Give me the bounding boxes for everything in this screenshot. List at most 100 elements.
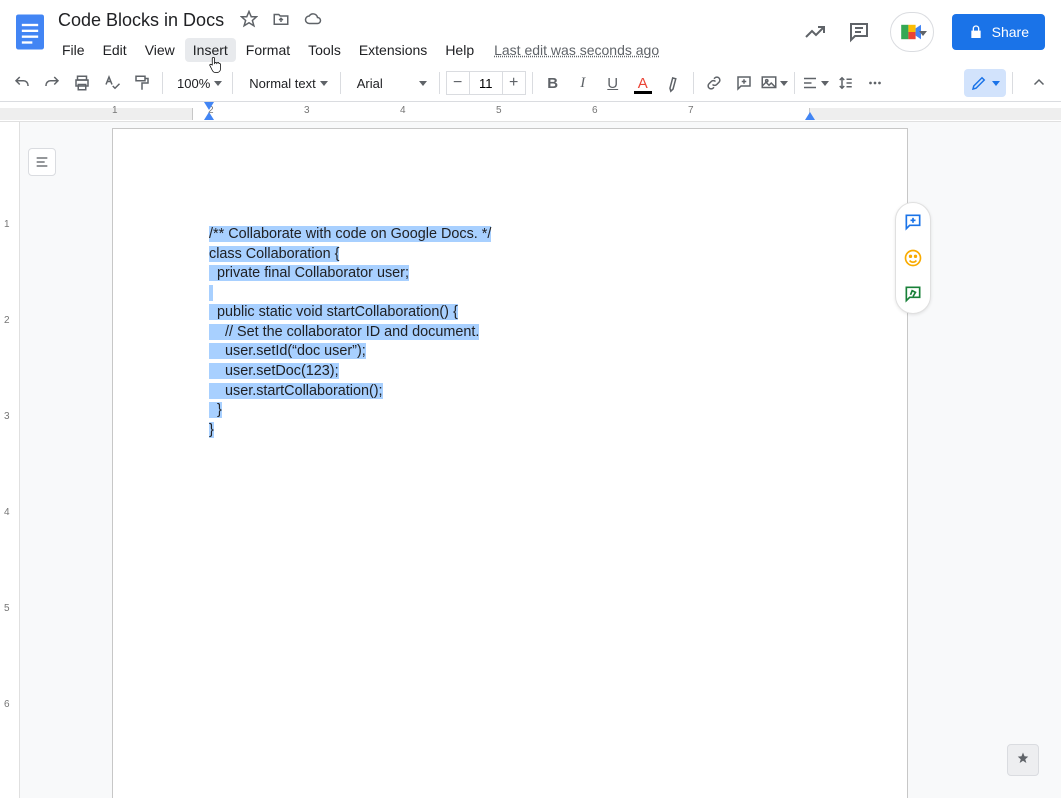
- activity-icon[interactable]: [802, 19, 828, 45]
- share-button[interactable]: Share: [952, 14, 1045, 50]
- comments-icon[interactable]: [846, 19, 872, 45]
- explore-button[interactable]: [1007, 744, 1039, 776]
- chevron-down-icon: [821, 81, 829, 86]
- menu-extensions[interactable]: Extensions: [351, 38, 435, 62]
- paragraph-style-value: Normal text: [245, 76, 319, 91]
- insert-image-button[interactable]: [760, 69, 788, 97]
- chevron-down-icon: [419, 81, 427, 86]
- paragraph-style-select[interactable]: Normal text: [239, 76, 333, 91]
- redo-button[interactable]: [38, 69, 66, 97]
- chevron-down-icon: [992, 81, 1000, 86]
- ruler-mark: 4: [400, 105, 406, 116]
- separator: [340, 72, 341, 94]
- menu-help[interactable]: Help: [437, 38, 482, 62]
- font-size-input[interactable]: [470, 71, 502, 95]
- separator: [162, 72, 163, 94]
- font-family-value: Arial: [353, 76, 387, 91]
- insert-link-button[interactable]: [700, 69, 728, 97]
- code-line[interactable]: user.setId(“doc user”);: [209, 342, 811, 362]
- menu-format[interactable]: Format: [238, 38, 298, 62]
- cloud-status-icon[interactable]: [304, 10, 322, 31]
- selected-code-block[interactable]: /** Collaborate with code on Google Docs…: [209, 225, 811, 440]
- ruler-mark: 5: [496, 105, 502, 116]
- code-line[interactable]: /** Collaborate with code on Google Docs…: [209, 225, 811, 245]
- right-indent-marker[interactable]: [805, 112, 815, 120]
- show-outline-button[interactable]: [28, 148, 56, 176]
- zoom-select[interactable]: 100%: [169, 76, 226, 91]
- bold-button[interactable]: B: [539, 69, 567, 97]
- vruler-mark: 2: [4, 315, 10, 326]
- comment-reaction-rail: [895, 202, 931, 314]
- ruler-mark: 1: [112, 105, 118, 116]
- font-family-select[interactable]: Arial: [347, 76, 433, 91]
- decrease-font-size-button[interactable]: −: [446, 71, 470, 95]
- vruler-mark: 1: [4, 219, 10, 230]
- menu-bar: File Edit View Insert Format Tools Exten…: [54, 36, 802, 64]
- code-line[interactable]: user.setDoc(123);: [209, 362, 811, 382]
- add-comment-icon[interactable]: [902, 211, 924, 233]
- spellcheck-button[interactable]: [98, 69, 126, 97]
- document-title[interactable]: Code Blocks in Docs: [54, 8, 228, 33]
- vertical-ruler[interactable]: 123456: [0, 122, 20, 798]
- paint-format-button[interactable]: [128, 69, 156, 97]
- meet-button[interactable]: [890, 12, 934, 52]
- line-spacing-button[interactable]: [831, 69, 859, 97]
- share-label: Share: [992, 24, 1029, 40]
- first-line-indent-marker[interactable]: [204, 102, 214, 110]
- title-area: Code Blocks in Docs File Edit View Inser…: [54, 0, 802, 64]
- ruler-mark: 3: [304, 105, 310, 116]
- chevron-down-icon: [320, 81, 328, 86]
- hide-menus-button[interactable]: [1025, 69, 1053, 97]
- vruler-mark: 5: [4, 603, 10, 614]
- code-line[interactable]: user.startCollaboration();: [209, 382, 811, 402]
- separator: [532, 72, 533, 94]
- horizontal-ruler[interactable]: 1234567: [0, 102, 1061, 122]
- text-color-button[interactable]: A: [629, 69, 657, 97]
- code-line[interactable]: public static void startCollaboration() …: [209, 303, 811, 323]
- code-line[interactable]: private final Collaborator user;: [209, 264, 811, 284]
- separator: [439, 72, 440, 94]
- menu-tools[interactable]: Tools: [300, 38, 349, 62]
- menu-file[interactable]: File: [54, 38, 93, 62]
- header-actions: Share: [802, 0, 1061, 52]
- more-tools-button[interactable]: [861, 69, 889, 97]
- editing-mode-chip[interactable]: [964, 69, 1006, 97]
- code-line[interactable]: }: [209, 421, 811, 441]
- separator: [794, 72, 795, 94]
- font-size-group: − +: [446, 71, 526, 95]
- insert-comment-button[interactable]: [730, 69, 758, 97]
- code-line[interactable]: [209, 284, 811, 304]
- increase-font-size-button[interactable]: +: [502, 71, 526, 95]
- align-button[interactable]: [801, 69, 829, 97]
- print-button[interactable]: [68, 69, 96, 97]
- chevron-down-icon: [214, 81, 222, 86]
- chevron-down-icon: [780, 81, 788, 86]
- document-page[interactable]: /** Collaborate with code on Google Docs…: [112, 128, 908, 798]
- menu-view[interactable]: View: [137, 38, 183, 62]
- underline-button[interactable]: U: [599, 69, 627, 97]
- code-line[interactable]: }: [209, 401, 811, 421]
- star-icon[interactable]: [240, 10, 258, 31]
- vruler-mark: 6: [4, 699, 10, 710]
- undo-button[interactable]: [8, 69, 36, 97]
- vruler-mark: 4: [4, 507, 10, 518]
- move-icon[interactable]: [272, 10, 290, 31]
- workspace: 123456 /** Collaborate with code on Goog…: [0, 122, 1061, 798]
- code-line[interactable]: class Collaboration {: [209, 245, 811, 265]
- separator: [693, 72, 694, 94]
- ruler-mark: 6: [592, 105, 598, 116]
- cursor-pointer-icon: [208, 56, 224, 74]
- last-edit-link[interactable]: Last edit was seconds ago: [494, 42, 659, 58]
- docs-logo-icon[interactable]: [10, 6, 50, 58]
- left-indent-marker[interactable]: [204, 112, 214, 120]
- menu-edit[interactable]: Edit: [95, 38, 135, 62]
- highlight-color-button[interactable]: [659, 69, 687, 97]
- header: Code Blocks in Docs File Edit View Inser…: [0, 0, 1061, 64]
- zoom-value: 100%: [173, 76, 214, 91]
- suggest-edits-icon[interactable]: [902, 283, 924, 305]
- separator: [1012, 72, 1013, 94]
- code-line[interactable]: // Set the collaborator ID and document.: [209, 323, 811, 343]
- toolbar: 100% Normal text Arial − + B I U A: [0, 64, 1061, 102]
- italic-button[interactable]: I: [569, 69, 597, 97]
- emoji-reaction-icon[interactable]: [902, 247, 924, 269]
